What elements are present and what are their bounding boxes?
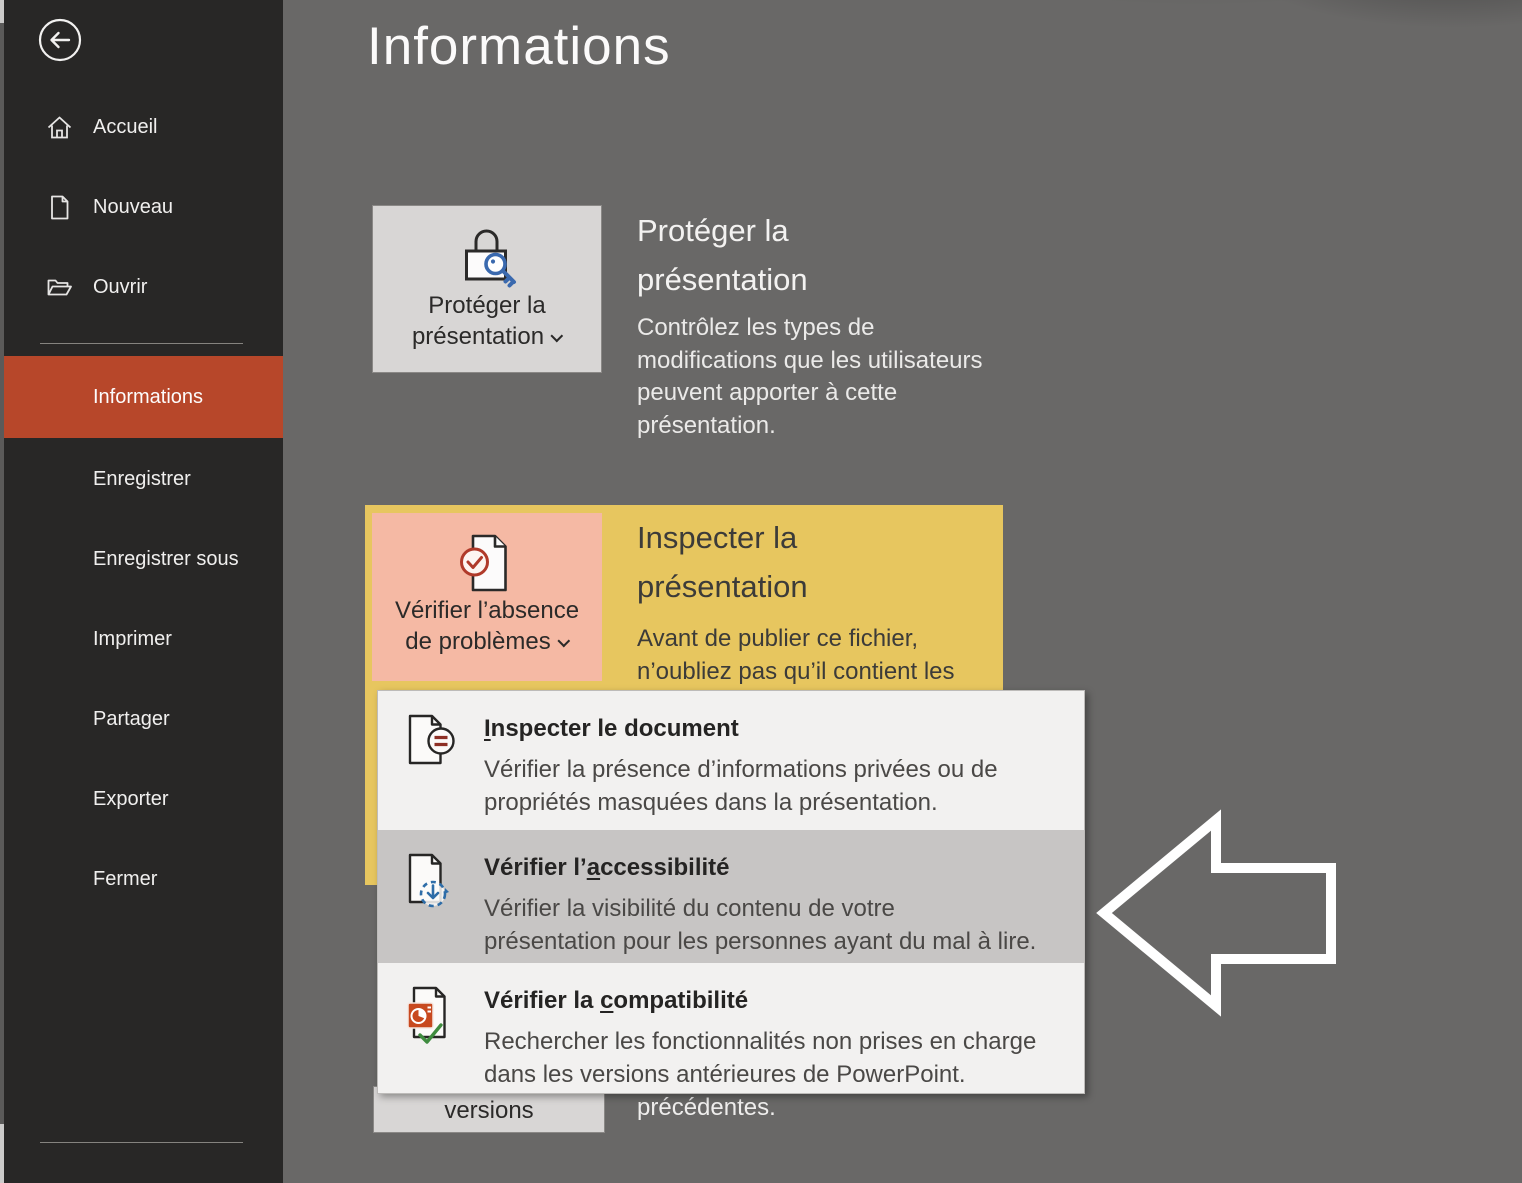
button-label-line2: de problèmes [405, 626, 568, 657]
sidebar-item-label: Enregistrer [93, 468, 191, 491]
sidebar-item-imprimer[interactable]: Imprimer [0, 615, 283, 663]
menu-item-title: Vérifier l’accessibilité [484, 854, 730, 882]
menu-item-inspecter-le-document[interactable]: Inspecter le document Vérifier la présen… [378, 691, 1084, 830]
back-arrow-icon [38, 18, 82, 62]
sidebar-item-label: Imprimer [93, 628, 172, 651]
sidebar-item-label: Nouveau [93, 196, 173, 219]
home-icon [46, 114, 73, 141]
open-folder-icon [46, 274, 73, 301]
sidebar-divider [40, 343, 243, 344]
background-decoration [1062, 0, 1522, 140]
screen-edge-artifact [0, 0, 4, 1183]
sidebar-item-enregistrer-sous[interactable]: Enregistrer sous [0, 535, 283, 583]
manage-presentation-text-partial: précédentes. [637, 1094, 776, 1122]
sidebar-item-enregistrer[interactable]: Enregistrer [0, 455, 283, 503]
inspect-document-icon [406, 713, 458, 769]
chevron-down-icon [550, 330, 563, 343]
sidebar-item-label: Partager [93, 708, 170, 731]
check-for-issues-menu: Inspecter le document Vérifier la présen… [377, 690, 1085, 1094]
menu-item-verifier-accessibilite[interactable]: Vérifier l’accessibilité Vérifier la vis… [378, 830, 1084, 963]
accessibility-checker-icon [406, 852, 458, 910]
compatibility-checker-icon [406, 985, 458, 1045]
sidebar-item-label: Accueil [93, 116, 157, 139]
back-button[interactable] [38, 18, 82, 62]
menu-item-title: Inspecter le document [484, 715, 739, 743]
button-label-line2: présentation [412, 321, 562, 352]
sidebar-item-fermer[interactable]: Fermer [0, 855, 283, 903]
button-label-line1: Vérifier l’absence [395, 595, 579, 626]
sidebar-item-partager[interactable]: Partager [0, 695, 283, 743]
lock-key-icon [452, 224, 522, 290]
button-label: versions [444, 1097, 533, 1124]
section-description-inspecter: Avant de publier ce fichier, n’oubliez p… [637, 622, 955, 688]
section-description-proteger: Contrôlez les types de modifications que… [637, 312, 983, 442]
edge-artifact-bottom [0, 1124, 4, 1183]
section-heading-inspecter: Inspecter la présentation [637, 513, 808, 611]
sidebar-item-label: Informations [93, 386, 203, 409]
annotation-arrow-left [1091, 806, 1343, 1018]
check-document-icon [455, 531, 519, 595]
section-heading-proteger: Protéger la présentation [637, 206, 808, 304]
sidebar-divider-bottom [40, 1142, 243, 1143]
new-document-icon [46, 194, 73, 221]
sidebar-item-accueil[interactable]: Accueil [0, 103, 283, 151]
menu-item-description: Vérifier la visibilité du contenu de vot… [484, 892, 1036, 958]
page-title: Informations [367, 16, 671, 77]
menu-item-verifier-compatibilite[interactable]: Vérifier la compatibilité Rechercher les… [378, 963, 1084, 1095]
backstage-sidebar: Accueil Nouveau Ouvrir Informations Enre… [0, 0, 283, 1183]
sidebar-item-label: Fermer [93, 868, 157, 891]
powerpoint-backstage: Accueil Nouveau Ouvrir Informations Enre… [0, 0, 1522, 1183]
sidebar-item-label: Exporter [93, 788, 169, 811]
chevron-down-icon [557, 635, 570, 648]
menu-item-description: Vérifier la présence d’informations priv… [484, 753, 998, 819]
sidebar-item-label: Enregistrer sous [93, 548, 239, 571]
sidebar-item-label: Ouvrir [93, 276, 147, 299]
protect-presentation-button[interactable]: Protéger la présentation [372, 205, 602, 373]
sidebar-item-exporter[interactable]: Exporter [0, 775, 283, 823]
button-label-line1: Protéger la [428, 290, 545, 321]
check-for-issues-button[interactable]: Vérifier l’absence de problèmes [372, 513, 602, 681]
backstage-content: Informations Protéger la présentation Pr… [283, 0, 1522, 1183]
menu-item-description: Rechercher les fonctionnalités non prise… [484, 1025, 1036, 1091]
sidebar-item-informations[interactable]: Informations [0, 356, 283, 438]
sidebar-item-ouvrir[interactable]: Ouvrir [0, 263, 283, 311]
edge-artifact-top [0, 0, 4, 23]
menu-item-title: Vérifier la compatibilité [484, 987, 748, 1015]
sidebar-item-nouveau[interactable]: Nouveau [0, 183, 283, 231]
